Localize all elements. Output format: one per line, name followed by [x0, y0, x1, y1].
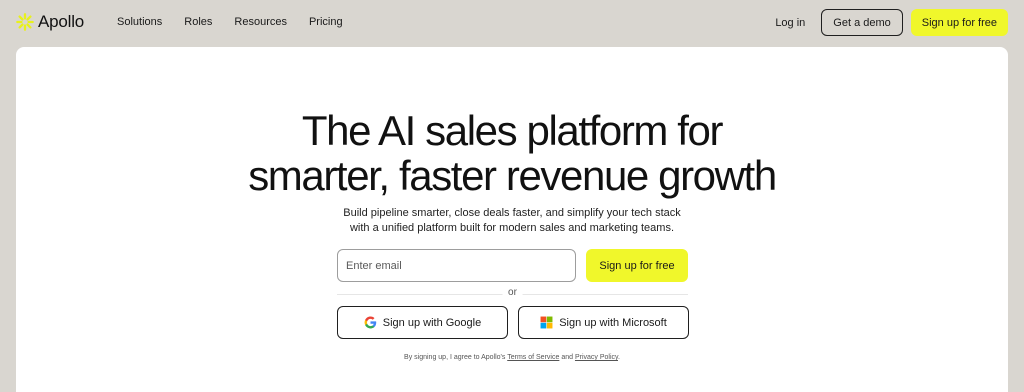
- email-input[interactable]: [337, 249, 576, 282]
- headline-line-1: The AI sales platform for: [301, 107, 724, 154]
- divider-text: or: [502, 287, 523, 298]
- subtext-line-1: Build pipeline smarter, close deals fast…: [343, 207, 681, 219]
- nav-link-roles[interactable]: Roles: [184, 16, 212, 28]
- nav-links: Solutions Roles Resources Pricing: [117, 16, 365, 28]
- apollo-sunburst-icon: [16, 13, 34, 31]
- nav-signup-button[interactable]: Sign up for free: [910, 9, 1008, 36]
- microsoft-icon: [540, 316, 553, 329]
- apollo-logo[interactable]: Apollo: [16, 12, 84, 32]
- hero-signup-button[interactable]: Sign up for free: [586, 249, 688, 282]
- nav-actions: Log in Get a demo Sign up for free: [775, 9, 1008, 36]
- google-signup-label: Sign up with Google: [382, 316, 482, 329]
- top-nav: Apollo Solutions Roles Resources Pricing…: [0, 0, 1024, 46]
- or-divider: or: [337, 287, 688, 301]
- google-icon: [364, 316, 376, 329]
- microsoft-signup-button[interactable]: Sign up with Microsoft: [518, 306, 689, 339]
- subtext-line-2: with a unified platform built for modern…: [349, 222, 675, 234]
- terms-link[interactable]: Terms of Service: [507, 354, 559, 361]
- nav-link-resources[interactable]: Resources: [234, 16, 287, 28]
- nav-link-pricing[interactable]: Pricing: [309, 16, 343, 28]
- microsoft-signup-label: Sign up with Microsoft: [559, 316, 667, 329]
- logo-text: Apollo: [38, 12, 85, 31]
- google-signup-button[interactable]: Sign up with Google: [337, 306, 508, 339]
- legal-and: and: [561, 354, 573, 361]
- hero-subtext: Build pipeline smarter, close deals fast…: [16, 206, 1008, 236]
- login-link[interactable]: Log in: [775, 17, 805, 29]
- legal-prefix: By signing up, I agree to Apollo's: [404, 354, 506, 361]
- privacy-link[interactable]: Privacy Policy: [575, 354, 618, 361]
- legal-text: By signing up, I agree to Apollo's Terms…: [16, 354, 1008, 361]
- legal-suffix: .: [618, 354, 620, 361]
- headline-line-2: smarter, faster revenue growth: [248, 152, 777, 199]
- hero-card: The AI sales platform for smarter, faste…: [16, 47, 1008, 392]
- get-demo-button[interactable]: Get a demo: [821, 9, 903, 36]
- nav-link-solutions[interactable]: Solutions: [117, 16, 162, 28]
- hero-headline: The AI sales platform for smarter, faste…: [16, 108, 1008, 198]
